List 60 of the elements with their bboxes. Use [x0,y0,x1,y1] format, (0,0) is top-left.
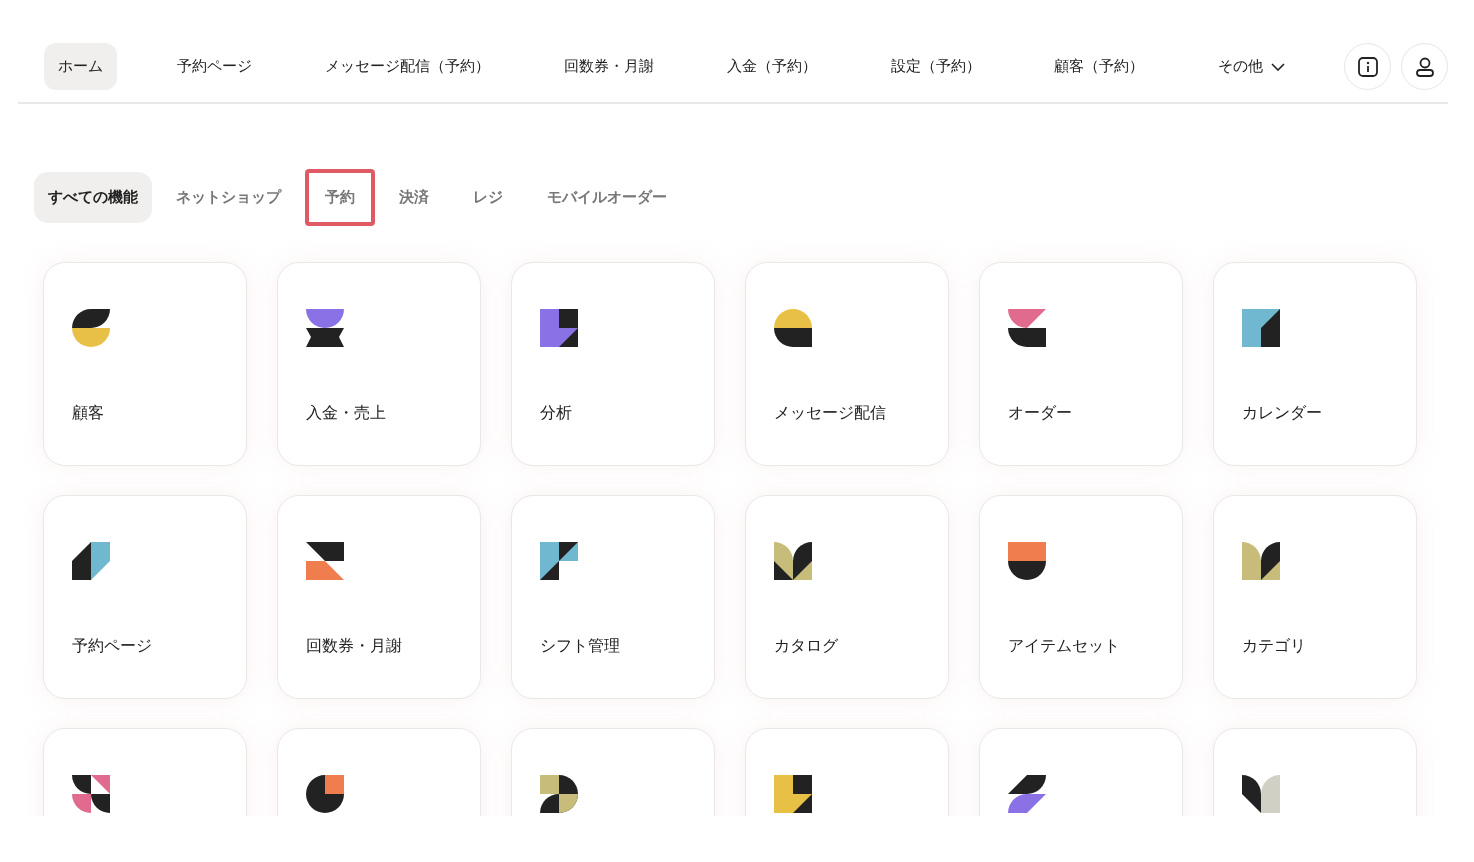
geometric-logo-icon [306,542,344,580]
nav-tab[interactable]: 設定（予約） [876,43,995,90]
feature-label: オーダー [1008,403,1073,424]
nav-tab[interactable]: 入金（予約） [713,43,831,90]
feature-card[interactable]: シフト管理 [511,495,715,699]
filter-tab[interactable]: レジ [453,169,523,226]
feature-card[interactable]: 顧客 [43,262,247,466]
geometric-logo-icon [72,775,110,813]
more-menu[interactable]: その他 [1203,43,1299,90]
feature-label: 回数券・月謝 [306,636,403,657]
feature-label: アイテムセット [1008,636,1121,657]
geometric-logo-icon [72,309,110,347]
user-button[interactable] [1401,43,1448,90]
feature-label: シフト管理 [540,636,621,657]
info-button[interactable] [1344,43,1391,90]
feature-label: カテゴリ [1242,636,1307,657]
chevron-down-icon [1270,62,1285,71]
info-icon [1355,54,1380,79]
nav-tab[interactable]: 回数券・月謝 [549,43,668,90]
feature-label: カレンダー [1242,403,1323,424]
feature-label: 予約ページ [72,636,153,657]
geometric-logo-icon [72,542,110,580]
nav-tab[interactable]: 予約ページ [162,43,266,90]
nav-tab[interactable]: メッセージ配信（予約） [311,43,504,90]
filter-tab[interactable]: 決済 [379,169,449,226]
feature-card[interactable]: カタログ [745,495,949,699]
feature-label: カタログ [774,636,839,657]
geometric-logo-icon [540,542,578,580]
feature-card[interactable]: カテゴリ [1213,495,1417,699]
feature-label: 分析 [540,403,573,424]
filter-tab[interactable]: 予約 [305,169,375,226]
feature-card[interactable]: 予約ページ [43,495,247,699]
geometric-logo-icon [540,775,578,813]
feature-card[interactable]: 分析 [511,262,715,466]
filter-tab[interactable]: モバイルオーダー [527,169,687,226]
filter-tab[interactable]: すべての機能 [34,172,152,223]
feature-label: メッセージ配信 [774,403,887,424]
geometric-logo-icon [1008,309,1046,347]
nav-tab[interactable]: 顧客（予約） [1040,43,1158,90]
feature-card[interactable]: カレンダー [1213,262,1417,466]
geometric-logo-icon [1008,775,1046,813]
feature-card[interactable]: オーダー [979,262,1183,466]
geometric-logo-icon [774,775,812,813]
feature-card[interactable]: メッセージ配信 [745,262,949,466]
geometric-logo-icon [1008,542,1046,580]
geometric-logo-icon [1242,542,1280,580]
nav-tab[interactable]: ホーム [44,43,117,90]
geometric-logo-icon [774,542,812,580]
geometric-logo-icon [306,309,344,347]
geometric-logo-icon [1242,309,1280,347]
feature-card[interactable]: アイテムセット [979,495,1183,699]
feature-label: 顧客 [72,403,105,424]
geometric-logo-icon [1242,775,1280,813]
geometric-logo-icon [774,309,812,347]
feature-card[interactable]: 入金・売上 [277,262,481,466]
geometric-logo-icon [306,775,344,813]
feature-label: 入金・売上 [306,403,387,424]
geometric-logo-icon [540,309,578,347]
filter-tab[interactable]: ネットショップ [156,169,301,226]
feature-card[interactable]: 回数券・月謝 [277,495,481,699]
